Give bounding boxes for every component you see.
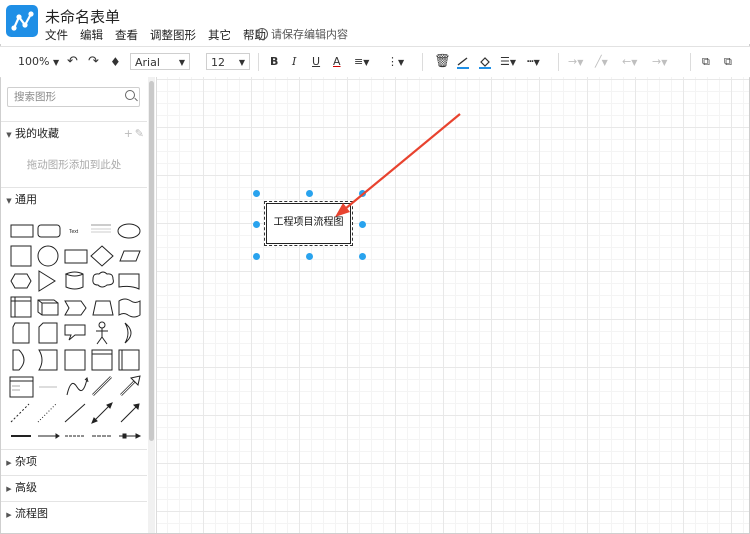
annotation-arrow	[335, 113, 461, 217]
